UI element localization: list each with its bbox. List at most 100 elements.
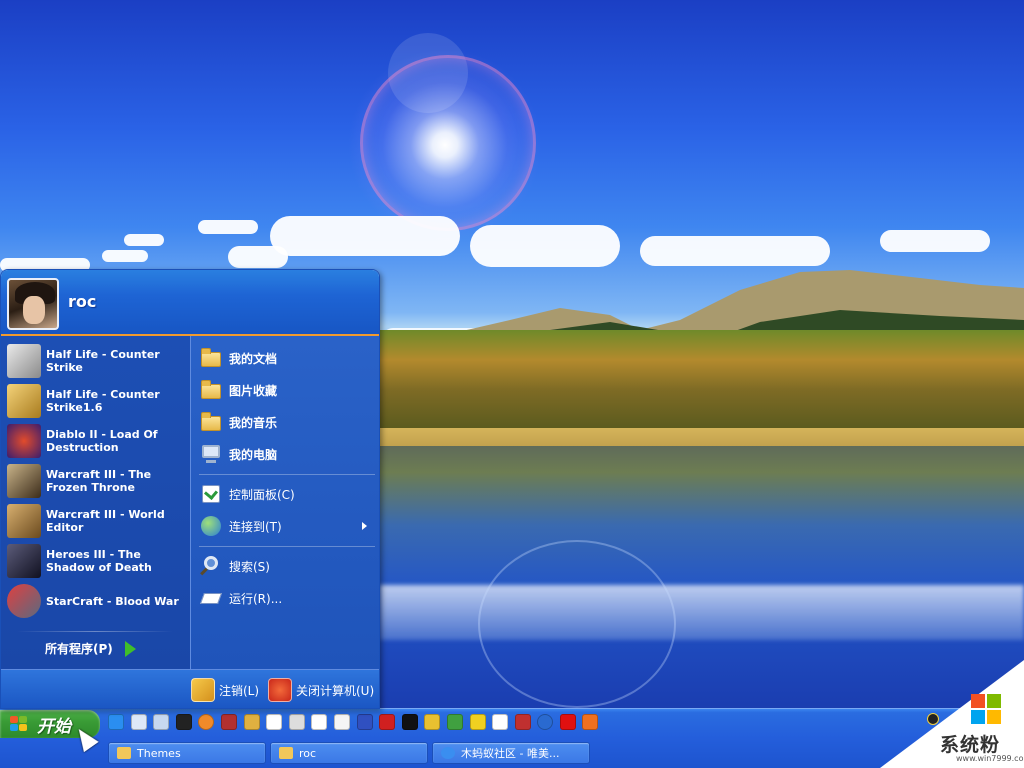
car-icon[interactable] bbox=[424, 714, 441, 730]
all-programs-button[interactable]: 所有程序(P) bbox=[45, 640, 136, 657]
counter-strike-16-icon bbox=[7, 384, 41, 418]
separator bbox=[199, 546, 375, 547]
place-control-panel[interactable]: 控制面板(C) bbox=[199, 480, 377, 508]
avatar-face bbox=[23, 296, 45, 324]
lens-flare-reflection bbox=[478, 540, 676, 708]
place-my-documents[interactable]: 我的文档 bbox=[199, 344, 377, 372]
place-my-music[interactable]: 我的音乐 bbox=[199, 408, 377, 436]
task-label: roc bbox=[299, 746, 317, 760]
folder-icon bbox=[117, 747, 131, 759]
starcraft-icon bbox=[7, 584, 41, 618]
start-menu-footer: 注销(L) 关闭计算机(U) bbox=[1, 669, 379, 708]
start-label: 开始 bbox=[37, 716, 71, 737]
program-label: Heroes III - The Shadow of Death bbox=[46, 548, 152, 574]
logoff-button[interactable]: 注销(L) bbox=[191, 676, 259, 704]
task-button-roc[interactable]: roc bbox=[270, 742, 428, 764]
program-heroes[interactable]: Heroes III - The Shadow of Death bbox=[7, 542, 187, 580]
place-my-computer[interactable]: 我的电脑 bbox=[199, 440, 377, 468]
basketball-icon[interactable] bbox=[198, 714, 215, 730]
world-editor-icon bbox=[7, 504, 41, 538]
play-icon[interactable] bbox=[582, 714, 599, 730]
place-label: 我的音乐 bbox=[229, 415, 278, 430]
separator bbox=[199, 474, 375, 475]
my-documents-icon bbox=[199, 346, 223, 370]
cloud bbox=[102, 250, 148, 262]
cloud bbox=[270, 216, 460, 256]
watermark-title: 系统粉 bbox=[940, 734, 1001, 756]
acrobat-icon[interactable] bbox=[379, 714, 396, 730]
avatar[interactable] bbox=[7, 278, 59, 330]
media-player-icon[interactable] bbox=[537, 714, 554, 730]
program-warcraft-frozen-throne[interactable]: Warcraft III - The Frozen Throne bbox=[7, 462, 187, 500]
game-icon[interactable] bbox=[514, 714, 531, 730]
tools-icon[interactable] bbox=[220, 714, 237, 730]
notepad-icon[interactable] bbox=[311, 714, 328, 730]
heroes-icon bbox=[7, 544, 41, 578]
place-label: 搜索(S) bbox=[229, 559, 270, 574]
brush-icon[interactable] bbox=[288, 714, 305, 730]
monitor-icon[interactable] bbox=[401, 714, 418, 730]
autumn-forest bbox=[380, 330, 1024, 430]
program-label: StarCraft - Blood War bbox=[46, 594, 179, 608]
pinned-programs-pane: Half Life - Counter Strike Half Life - C… bbox=[1, 336, 190, 669]
program-label: Diablo II - Load Of Destruction bbox=[46, 428, 158, 454]
qq-penguin-icon[interactable] bbox=[175, 714, 192, 730]
keyboard-icon[interactable] bbox=[266, 714, 283, 730]
key-icon bbox=[191, 678, 215, 702]
cloud bbox=[124, 234, 164, 246]
arrow-right-icon bbox=[124, 640, 136, 657]
place-connect-to[interactable]: 连接到(T) bbox=[199, 512, 377, 540]
lake bbox=[380, 446, 1024, 710]
watermark-windows-logo bbox=[971, 694, 1001, 724]
program-counter-strike[interactable]: Half Life - Counter Strike bbox=[7, 342, 187, 380]
start-menu: roc Half Life - Counter Strike Half Life… bbox=[0, 269, 380, 709]
my-computer-icon bbox=[199, 442, 223, 466]
task-button-browser[interactable]: 木蚂蚁社区 - 唯美... bbox=[432, 742, 590, 764]
program-counter-strike-16[interactable]: Half Life - Counter Strike1.6 bbox=[7, 382, 187, 420]
warning-icon[interactable] bbox=[469, 714, 486, 730]
folder-icon bbox=[279, 747, 293, 759]
task-button-themes[interactable]: Themes bbox=[108, 742, 266, 764]
separator bbox=[17, 631, 173, 632]
run-icon bbox=[199, 586, 223, 610]
tray-key-icon[interactable] bbox=[927, 713, 939, 725]
control-panel-icon bbox=[199, 482, 223, 506]
ie-alt-icon[interactable] bbox=[130, 714, 147, 730]
watermark-site: www.win7999.com bbox=[956, 754, 1024, 763]
sun-ring bbox=[360, 55, 536, 231]
start-menu-header: roc bbox=[1, 270, 379, 336]
program-label: Half Life - Counter Strike1.6 bbox=[46, 388, 160, 414]
place-my-pictures[interactable]: 图片收藏 bbox=[199, 376, 377, 404]
reed-shore bbox=[380, 428, 1024, 446]
place-search[interactable]: 搜索(S) bbox=[199, 552, 377, 580]
pencil-icon[interactable] bbox=[243, 714, 260, 730]
chat-icon[interactable] bbox=[153, 714, 170, 730]
windows-flag-icon bbox=[10, 716, 28, 732]
window-icon[interactable] bbox=[492, 714, 509, 730]
program-world-editor[interactable]: Warcraft III - World Editor bbox=[7, 502, 187, 540]
cursor-icon[interactable] bbox=[356, 714, 373, 730]
place-run[interactable]: 运行(R)... bbox=[199, 584, 377, 612]
task-label: 木蚂蚁社区 - 唯美... bbox=[461, 747, 560, 760]
all-programs-label: 所有程序(P) bbox=[45, 642, 113, 656]
program-starcraft[interactable]: StarCraft - Blood War bbox=[7, 582, 187, 620]
taskbar: 开始 Themes roc 木蚂蚁社区 - 唯美... bbox=[0, 708, 1024, 768]
my-pictures-icon bbox=[199, 378, 223, 402]
places-pane: 我的文档 图片收藏 我的音乐 我的电脑 控制面板(C) 连接到(T) 搜索(S)… bbox=[190, 336, 379, 669]
red-star-icon[interactable] bbox=[559, 714, 576, 730]
task-label: Themes bbox=[137, 746, 181, 760]
shutdown-label: 关闭计算机(U) bbox=[296, 683, 375, 698]
quick-launch-bar bbox=[108, 714, 605, 734]
place-label: 控制面板(C) bbox=[229, 487, 295, 502]
task-buttons: Themes roc 木蚂蚁社区 - 唯美... bbox=[108, 742, 594, 766]
program-diablo[interactable]: Diablo II - Load Of Destruction bbox=[7, 422, 187, 460]
paint-icon[interactable] bbox=[446, 714, 463, 730]
document-icon[interactable] bbox=[333, 714, 350, 730]
place-label: 我的电脑 bbox=[229, 447, 278, 462]
ie-icon[interactable] bbox=[108, 714, 124, 730]
username: roc bbox=[68, 292, 97, 311]
search-icon bbox=[199, 554, 223, 578]
warcraft-frozen-throne-icon bbox=[7, 464, 41, 498]
shutdown-button[interactable]: 关闭计算机(U) bbox=[268, 676, 374, 704]
diablo-icon bbox=[7, 424, 41, 458]
